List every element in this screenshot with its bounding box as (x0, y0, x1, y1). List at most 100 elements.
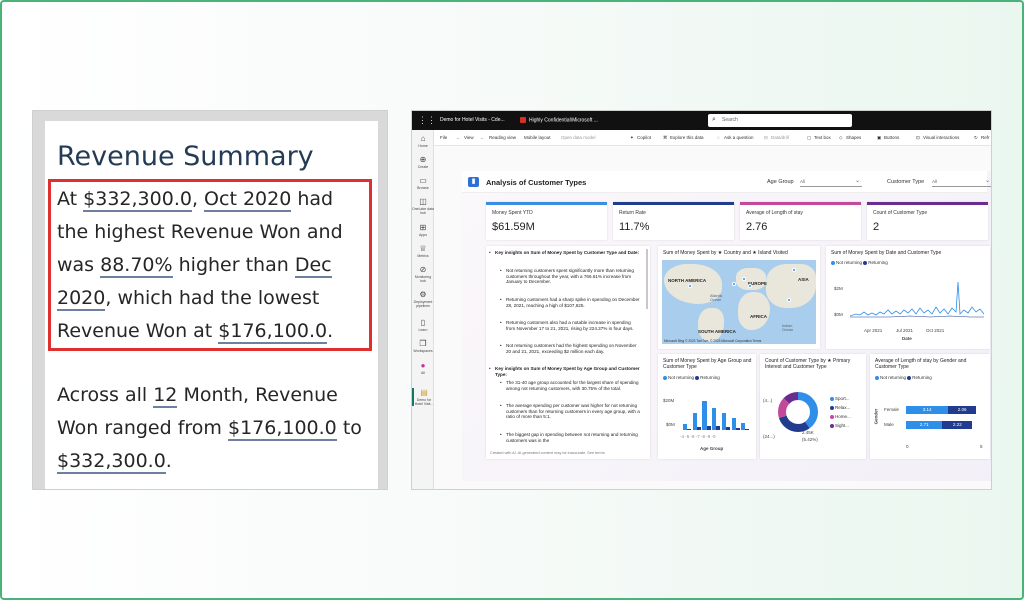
file-menu[interactable]: File (440, 135, 447, 140)
copilot-button[interactable]: Copilot (637, 135, 651, 140)
y-tick-label: $0M (666, 422, 675, 427)
view-menu[interactable]: View (464, 135, 474, 140)
nav-learn[interactable]: ▯ Learn (412, 318, 434, 332)
value-link[interactable]: 88.70% (100, 254, 173, 278)
value-link[interactable]: $332,300.0 (83, 188, 192, 212)
hbar-returning[interactable]: 2.22 (942, 421, 973, 429)
explore-button[interactable]: Explore this data (670, 135, 704, 140)
bar-returning[interactable] (725, 427, 730, 430)
data-drill-button[interactable]: Data/drill (771, 135, 789, 140)
hbar-returning[interactable]: 2.06 (948, 406, 976, 414)
search-icon: ⌕ (712, 116, 716, 123)
kpi-length-of-stay[interactable]: Average of Length of stay 2.76 (740, 202, 861, 240)
nav-create[interactable]: ⊕ Create (412, 155, 434, 169)
report-title[interactable]: Demo for Hotel Visits - Cde... (440, 117, 505, 123)
hbar-not-returning[interactable]: 3.14 (906, 406, 949, 414)
map-visual[interactable]: Sum of Money Spent by ★ Country and ★ Is… (658, 246, 820, 349)
apps-icon: ⊞ (419, 223, 427, 232)
value-link[interactable]: $176,100.0 (227, 417, 337, 441)
bar-returning[interactable] (687, 428, 692, 430)
bar-returning[interactable] (706, 425, 711, 430)
buttons-button[interactable]: Buttons (884, 135, 899, 140)
map-point[interactable] (688, 284, 692, 288)
age-group-filter[interactable]: All ⌄ (800, 177, 862, 187)
text-run: , (191, 188, 205, 210)
copilot-icon: ✦ (630, 135, 634, 140)
open-data-model-button[interactable]: Open data model (561, 135, 596, 140)
kpi-money-spent[interactable]: Money Spent YTD $61.59M (486, 202, 607, 240)
search-input[interactable]: ⌕ Search (708, 114, 852, 127)
x-tick-label: Apr 2021 (864, 328, 883, 333)
map-point[interactable] (732, 282, 736, 286)
nav-all[interactable]: ● All (412, 361, 434, 375)
sensitivity-label[interactable]: Highly Confidential\Microsoft ... (520, 117, 598, 123)
nav-deployment[interactable]: ⚙ Deployment pipelines (412, 290, 434, 308)
ask-question-button[interactable]: Ask a question (724, 135, 754, 140)
map-point[interactable] (742, 277, 746, 281)
bar-returning[interactable] (735, 427, 740, 430)
nav-label: OneLake data hub (412, 207, 434, 215)
y-tick-label: $0M (834, 312, 843, 317)
map-label-south-america: SOUTH AMERICA (698, 329, 736, 334)
app-launcher-icon[interactable]: ⋮⋮ (418, 116, 436, 125)
bar-returning[interactable] (745, 428, 750, 430)
book-icon: ▯ (420, 318, 426, 327)
filter-value: All (932, 179, 938, 184)
nav-apps[interactable]: ⊞ Apps (412, 223, 434, 237)
legend-label: Relax... (835, 405, 851, 410)
nav-browse[interactable]: ▭ Browse (412, 176, 434, 190)
world-map[interactable]: NORTH AMERICA EUROPE ASIA AFRICA SOUTH A… (662, 260, 816, 344)
legend-dot-icon (875, 375, 879, 380)
bar-returning[interactable] (696, 427, 701, 430)
gender-bar-chart[interactable]: Average of Length of stay by Gender and … (870, 354, 990, 459)
reading-view-button[interactable]: Reading view (489, 135, 516, 140)
value-link[interactable]: 12 (153, 384, 178, 408)
age-group-bar-chart[interactable]: Sum of Money Spent by Age Group and Cust… (658, 354, 756, 459)
nav-home[interactable]: ⌂ Home (412, 134, 434, 148)
mobile-layout-button[interactable]: Mobile layout (524, 135, 551, 140)
map-point[interactable] (792, 268, 796, 272)
refresh-button[interactable]: Refr (981, 135, 990, 140)
insight-bullet: Returning customers had a sharp spike in… (500, 297, 640, 308)
hbar-not-returning[interactable]: 2.71 (906, 421, 943, 429)
donut-data-label: (24...) (763, 434, 775, 439)
kpi-return-rate[interactable]: Return Rate 11.7% (613, 202, 734, 240)
bar-returning[interactable] (716, 426, 721, 430)
insight-bullet: The 31-40 age group accounted for the la… (500, 380, 640, 391)
shapes-button[interactable]: Shapes (846, 135, 861, 140)
legend-label: Returning (868, 260, 888, 265)
chart-legend: Not returning Returning (831, 260, 888, 265)
nav-current-report[interactable]: ▤ Demo for Hotel Visit... (412, 388, 434, 406)
donut-chart[interactable]: Count of Customer Type by ★ Primary Inte… (760, 354, 866, 459)
series-not-returning (850, 281, 984, 317)
nav-onelake[interactable]: ◫ OneLake data hub (412, 197, 434, 215)
kpi-count-customer-type[interactable]: Count of Customer Type 2 (867, 202, 988, 240)
nav-monitoring[interactable]: ⊘ Monitoring hub (412, 265, 434, 283)
legend-item[interactable]: Sight... (830, 421, 851, 430)
text-box-button[interactable]: Text box (814, 135, 831, 140)
map-point[interactable] (787, 298, 791, 302)
scrollbar[interactable] (646, 249, 648, 309)
map-point[interactable] (748, 284, 752, 288)
report-page-title: Analysis of Customer Types (486, 178, 587, 187)
value-link[interactable]: $332,300.0 (57, 450, 166, 474)
powerbi-window: ⋮⋮ Demo for Hotel Visits - Cde... Highly… (411, 110, 992, 490)
value-link[interactable]: $176,100.0 (218, 320, 328, 344)
summary-paragraph-1: At $332,300.0, Oct 2020 had the highest … (57, 183, 367, 348)
legend-item[interactable]: Relax... (830, 403, 851, 412)
text-run: higher than (172, 254, 295, 276)
kpi-value: 11.7% (619, 221, 650, 233)
nav-metrics[interactable]: ♕ Metrics (412, 244, 434, 258)
map-attribution: Microsoft Bing © 2023 TomTom, © 2023 Mic… (664, 339, 762, 343)
plus-icon: ⊕ (419, 155, 427, 164)
nav-workspaces[interactable]: ❐ Workspaces (412, 339, 434, 353)
date-line-chart[interactable]: Sum of Money Spent by Date and Customer … (826, 246, 990, 349)
smart-narrative-insights[interactable]: Key insights on Sum of Money Spent by Cu… (486, 246, 650, 459)
legend-item[interactable]: Home... (830, 412, 851, 421)
age-group-filter-label: Age Group (767, 179, 794, 185)
legend-item[interactable]: Sport... (830, 394, 851, 403)
visual-interactions-button[interactable]: Visual interactions (923, 135, 959, 140)
customer-type-filter[interactable]: All ⌄ (932, 177, 991, 187)
value-link[interactable]: Oct 2020 (204, 188, 292, 212)
insight-bullet: The average spending per customer was hi… (500, 403, 640, 420)
